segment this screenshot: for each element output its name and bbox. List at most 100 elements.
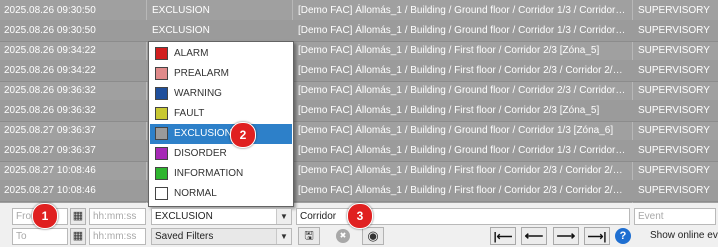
event-filter-input[interactable]: Event	[634, 208, 716, 225]
event-location: [Demo FAC] Állomás_1 / Building / Ground…	[298, 85, 628, 96]
color-swatch	[155, 107, 168, 120]
last-page-icon: ⟶|	[587, 231, 607, 243]
color-swatch	[155, 167, 168, 180]
clear-filter-button[interactable]: ✖	[333, 227, 353, 245]
event-type: EXCLUSION	[152, 5, 210, 16]
saved-filters-label: Saved Filters	[155, 231, 214, 242]
arrow-left-icon: ⟵	[524, 228, 544, 243]
dropdown-item[interactable]: ALARM	[150, 44, 292, 64]
table-row[interactable]: 2025.08.26 09:34:22 [Demo FAC] Állomás_1 …	[0, 60, 718, 82]
event-time: 2025.08.26 09:36:32	[4, 85, 96, 96]
clear-icon: ✖	[336, 229, 350, 243]
event-category: SUPERVISORY	[638, 45, 710, 56]
first-page-icon: |⟵	[493, 231, 513, 243]
arrow-right-icon: ⟶	[556, 228, 576, 243]
previous-page-button[interactable]: ⟵	[521, 227, 547, 245]
table-row[interactable]: 2025.08.27 10:08:46 [Demo FAC] Állomás_1 …	[0, 160, 718, 182]
event-type-filter[interactable]: EXCLUSION ▼	[151, 208, 292, 225]
step-badge-2: 2	[230, 122, 256, 148]
event-category: SUPERVISORY	[638, 85, 710, 96]
event-grid: 2025.08.26 09:30:50 EXCLUSION [Demo FAC] Á…	[0, 0, 718, 203]
chevron-down-icon[interactable]: ▼	[276, 229, 291, 244]
dropdown-item-label: WARNING	[174, 88, 222, 99]
dropdown-item-label: EXCLUSION	[174, 128, 232, 139]
event-time: 2025.08.26 09:30:50	[4, 25, 96, 36]
saved-filters-select[interactable]: Saved Filters ▼	[151, 228, 292, 245]
event-type-value: EXCLUSION	[155, 211, 213, 222]
first-page-button[interactable]: |⟵	[490, 227, 516, 245]
event-category: SUPERVISORY	[638, 5, 710, 16]
show-online-events-label[interactable]: Show online eve	[650, 230, 718, 241]
event-location: [Demo FAC] Állomás_1 / Building / First …	[298, 185, 628, 196]
event-location: [Demo FAC] Állomás_1 / Building / First …	[298, 165, 628, 176]
color-swatch	[155, 127, 168, 140]
event-type-dropdown[interactable]: ALARM PREALARM WARNING FAULT EXCLUSION DISORD…	[148, 41, 294, 207]
from-calendar-button[interactable]: ▦	[70, 208, 86, 225]
event-time: 2025.08.26 09:30:50	[4, 5, 96, 16]
dropdown-item[interactable]: NORMAL	[150, 184, 292, 204]
reset-filter-button[interactable]: ◉	[362, 227, 384, 245]
dropdown-item-label: NORMAL	[174, 188, 217, 199]
table-row[interactable]: 2025.08.27 10:08:46 [Demo FAC] Állomás_1 …	[0, 180, 718, 202]
table-row[interactable]: 2025.08.26 09:30:50 EXCLUSION [Demo FAC] Á…	[0, 20, 718, 42]
to-calendar-button[interactable]: ▦	[70, 228, 86, 245]
event-time: 2025.08.26 09:34:22	[4, 65, 96, 76]
event-location: [Demo FAC] Állomás_1 / Building / First …	[298, 65, 628, 76]
dropdown-item[interactable]: EXCLUSION	[150, 124, 292, 144]
event-time: 2025.08.26 09:34:22	[4, 45, 96, 56]
table-row[interactable]: 2025.08.26 09:36:32 [Demo FAC] Állomás_1 …	[0, 80, 718, 102]
event-location: [Demo FAC] Állomás_1 / Building / Ground…	[298, 125, 614, 136]
dropdown-item-label: ALARM	[174, 48, 209, 59]
event-type: EXCLUSION	[152, 25, 210, 36]
step-badge-3: 3	[347, 203, 373, 229]
event-time: 2025.08.27 09:36:37	[4, 125, 96, 136]
color-swatch	[155, 47, 168, 60]
event-location: [Demo FAC] Állomás_1 / Building / First …	[298, 105, 600, 116]
calendar-icon: ▦	[72, 230, 84, 242]
dropdown-item-label: INFORMATION	[174, 168, 244, 179]
last-page-button[interactable]: ⟶|	[584, 227, 610, 245]
record-icon: ◉	[367, 228, 379, 243]
event-time: 2025.08.27 10:08:46	[4, 165, 96, 176]
color-swatch	[155, 147, 168, 160]
event-location: [Demo FAC] Állomás_1 / Building / First …	[298, 45, 600, 56]
next-page-button[interactable]: ⟶	[553, 227, 579, 245]
color-swatch	[155, 187, 168, 200]
to-date-input[interactable]: To	[12, 228, 68, 245]
dropdown-item-label: PREALARM	[174, 68, 230, 79]
event-category: SUPERVISORY	[638, 185, 710, 196]
event-category: SUPERVISORY	[638, 25, 710, 36]
event-location: [Demo FAC] Állomás_1 / Building / Ground…	[298, 25, 628, 36]
event-location: [Demo FAC] Állomás_1 / Building / Ground…	[298, 145, 628, 156]
dropdown-item[interactable]: DISORDER	[150, 144, 292, 164]
calendar-icon: ▦	[72, 210, 84, 222]
event-time: 2025.08.27 09:36:37	[4, 145, 96, 156]
save-icon: 🖫	[304, 230, 314, 242]
event-category: SUPERVISORY	[638, 165, 710, 176]
color-swatch	[155, 67, 168, 80]
event-category: SUPERVISORY	[638, 125, 710, 136]
dropdown-item[interactable]: INFORMATION	[150, 164, 292, 184]
help-icon[interactable]: ?	[615, 228, 631, 244]
table-row[interactable]: 2025.08.26 09:30:50 EXCLUSION [Demo FAC] Á…	[0, 0, 718, 22]
table-row[interactable]: 2025.08.27 09:36:37 [Demo FAC] Állomás_1 …	[0, 140, 718, 162]
event-category: SUPERVISORY	[638, 145, 710, 156]
event-time: 2025.08.26 09:36:32	[4, 105, 96, 116]
dropdown-item[interactable]: WARNING	[150, 84, 292, 104]
table-row[interactable]: 2025.08.27 09:36:37 [Demo FAC] Állomás_1 …	[0, 120, 718, 142]
dropdown-item[interactable]: PREALARM	[150, 64, 292, 84]
chevron-down-icon[interactable]: ▼	[276, 209, 291, 224]
dropdown-item[interactable]: FAULT	[150, 104, 292, 124]
to-time-input[interactable]: hh:mm:ss	[89, 228, 146, 245]
dropdown-item-label: FAULT	[174, 108, 205, 119]
save-filter-button[interactable]: 🖫	[298, 227, 320, 245]
event-time: 2025.08.27 10:08:46	[4, 185, 96, 196]
event-category: SUPERVISORY	[638, 65, 710, 76]
table-row[interactable]: 2025.08.26 09:36:32 [Demo FAC] Állomás_1 …	[0, 100, 718, 122]
color-swatch	[155, 87, 168, 100]
event-category: SUPERVISORY	[638, 105, 710, 116]
dropdown-item-label: DISORDER	[174, 148, 227, 159]
table-row[interactable]: 2025.08.26 09:34:22EXCLUSION[Demo FAC] Á…	[0, 40, 718, 62]
from-time-input[interactable]: hh:mm:ss	[89, 208, 146, 225]
step-badge-1: 1	[32, 203, 58, 229]
